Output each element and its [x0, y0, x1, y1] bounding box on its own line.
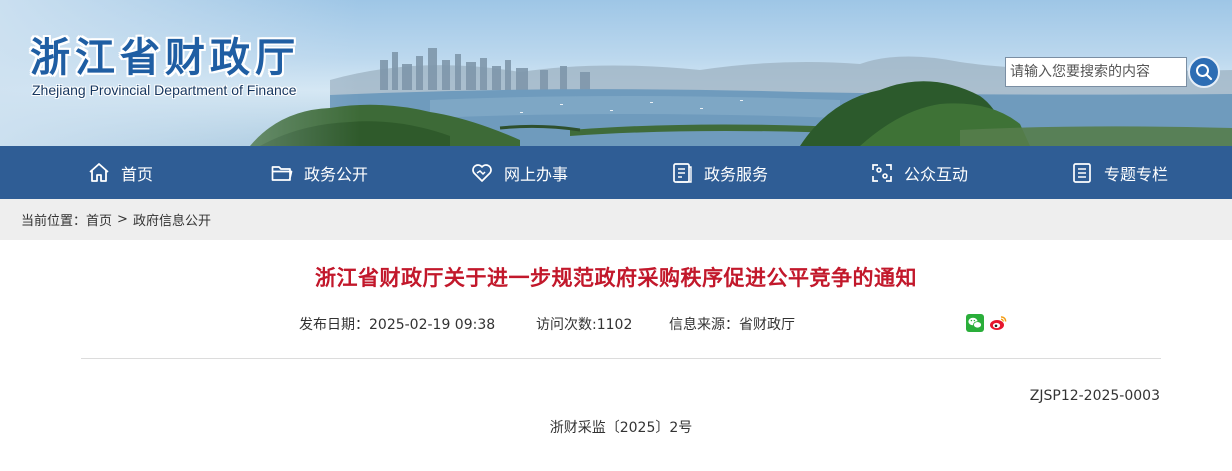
- publish-date-label: 发布日期：: [299, 317, 369, 333]
- header-divider: [81, 358, 1161, 359]
- main-nav: 首页 政务公开 网上办事 政务服务 公众互动 专题专栏: [0, 146, 1232, 199]
- nav-label: 政务服务: [704, 164, 769, 184]
- info-source: 信息来源：省财政厅: [669, 314, 795, 334]
- nav-item-government-affairs[interactable]: 政务公开: [270, 146, 368, 199]
- breadcrumb-separator: >: [117, 212, 128, 227]
- nav-label: 公众互动: [904, 164, 969, 184]
- list-icon: [1070, 161, 1094, 185]
- site-logo-en: Zhejiang Provincial Department of Financ…: [32, 82, 297, 98]
- nav-item-online-services[interactable]: 网上办事: [470, 146, 568, 199]
- info-source-label: 信息来源：: [669, 317, 739, 333]
- nav-label: 专题专栏: [1104, 164, 1169, 184]
- breadcrumb-prefix: 当前位置：: [21, 214, 87, 229]
- handshake-heart-icon: [470, 161, 494, 185]
- interaction-icon: [870, 161, 894, 185]
- visit-count: 访问次数:1102: [536, 314, 632, 334]
- home-icon: [87, 161, 111, 185]
- nav-item-government-services[interactable]: 政务服务: [670, 146, 768, 199]
- visit-count-value: 1102: [596, 317, 633, 333]
- document-number: 浙财采监〔2025〕2号: [549, 420, 693, 436]
- site-banner: 浙江省财政厅 Zhejiang Provincial Department of…: [0, 0, 1232, 146]
- wechat-share-button[interactable]: [966, 314, 984, 332]
- site-logo-cn[interactable]: 浙江省财政厅: [30, 34, 300, 82]
- search-button[interactable]: [1188, 56, 1220, 88]
- breadcrumb: 当前位置： 首页 > 政府信息公开: [0, 199, 1232, 240]
- visit-count-label: 访问次数:: [536, 317, 597, 333]
- search-icon: [1196, 64, 1213, 81]
- document-index-code: ZJSP12-2025-0003: [1029, 388, 1160, 404]
- wechat-icon: [966, 314, 984, 332]
- nav-label: 政务公开: [304, 164, 369, 184]
- breadcrumb-info-disclosure-link[interactable]: 政府信息公开: [133, 210, 211, 229]
- nav-item-special-topics[interactable]: 专题专栏: [1070, 146, 1168, 199]
- folder-icon: [270, 161, 294, 185]
- breadcrumb-home-link[interactable]: 首页: [86, 210, 112, 229]
- search-input[interactable]: [1005, 57, 1187, 87]
- nav-label: 首页: [121, 164, 154, 184]
- article-title: 浙江省财政厅关于进一步规范政府采购秩序促进公平竞争的通知: [315, 266, 917, 290]
- publish-date: 发布日期：2025-02-19 09:38: [299, 314, 495, 334]
- publish-date-value: 2025-02-19 09:38: [369, 317, 496, 333]
- nav-item-home[interactable]: 首页: [87, 146, 153, 199]
- info-source-value: 省财政厅: [739, 317, 795, 333]
- nav-label: 网上办事: [504, 164, 569, 184]
- document-icon: [670, 161, 694, 185]
- weibo-share-button[interactable]: [989, 314, 1007, 332]
- weibo-icon: [990, 316, 1007, 330]
- nav-item-public-interaction[interactable]: 公众互动: [870, 146, 968, 199]
